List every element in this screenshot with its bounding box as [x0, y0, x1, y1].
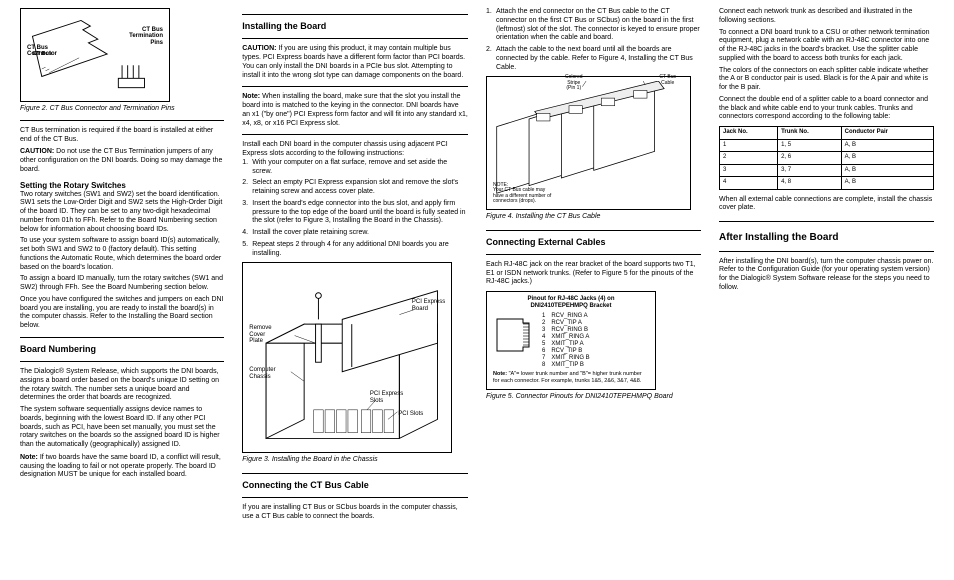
termination-note-text: CT Bus termination is required if the bo… [20, 127, 224, 145]
install-note: Note: When installing the board, make su… [242, 93, 468, 128]
pinout-table: 1RCV_RING A 2RCV_TIP A 3RCV_RING B 4XMIT… [539, 313, 593, 368]
figure-2: CT Bus CT BusConnector CT BusTermination… [20, 8, 170, 102]
column-2: Installing the Board CAUTION: If you are… [242, 8, 468, 522]
board-numbering-heading: Board Numbering [20, 344, 224, 355]
table-row: 44, 8A, B [720, 177, 934, 190]
ctbus-intro: If you are installing CT Bus or SCbus bo… [242, 504, 468, 522]
column-3: 1.Attach the end connector on the CT Bus… [486, 8, 701, 522]
fig4-note-text: NOTE:Your CT Bus cable mayhave a differe… [493, 183, 551, 205]
table-row: 22, 6A, B [720, 152, 934, 165]
install-intro: Install each DNI board in the computer c… [242, 141, 468, 159]
fig3-label-pci: PCI Slots [398, 411, 423, 417]
install-caution: CAUTION: If you are using this product, … [242, 45, 468, 80]
figure-4: ColoredStripe(Pin 1) CT BusCable NOTE:Yo… [486, 76, 691, 210]
after-installing-heading: After Installing the Board [719, 232, 934, 245]
table-row: 11, 5A, B [720, 139, 934, 152]
column-4: Connect each network trunk as described … [719, 8, 934, 522]
installing-board-heading: Installing the Board [242, 21, 468, 32]
fig3-label-pciex: PCI ExpressSlots [370, 391, 403, 404]
table-row: 33, 7A, B [720, 164, 934, 177]
external-cables-intro: Each RJ-48C jack on the rear bracket of … [486, 261, 701, 287]
figure-3-caption: Figure 3. Installing the Board in the Ch… [242, 456, 468, 465]
board-numbering-note: Note: If two boards have the same board … [20, 454, 224, 480]
fig3-label-remove: RemoveCoverPlate [249, 325, 271, 344]
figure-5-caption: Figure 5. Connector Pinouts for DNI2410T… [486, 393, 701, 402]
termination-caution: CAUTION: Do not use the CT Bus Terminati… [20, 148, 224, 174]
ctbus-heading: Connecting the CT Bus Cable [242, 480, 468, 491]
install-steps: 1.With your computer on a flat surface, … [242, 159, 468, 259]
fig2-label-pins: CT BusTerminationPins [129, 27, 163, 46]
fig2-label-connector: CT BusConnector [27, 45, 57, 58]
ctbus-steps: 1.Attach the end connector on the CT Bus… [486, 8, 701, 72]
external-cables-heading: Connecting External Cables [486, 237, 701, 248]
fig3-label-chassis: ComputerChassis [249, 367, 275, 380]
after-installing-body: After installing the DNI board(s), turn … [719, 258, 934, 293]
fig4-label-cable: CT BusCable [659, 75, 676, 86]
caution-label: CAUTION: [20, 148, 54, 155]
rj48c-icon [493, 313, 533, 357]
jack-trunk-table: Jack No. Trunk No. Conductor Pair 11, 5A… [719, 126, 934, 190]
fig3-label-board: PCI ExpressBoard [412, 299, 445, 312]
board-numbering-body: The Dialogic® System Release, which supp… [20, 368, 224, 450]
rotary-body: Two rotary switches (SW1 and SW2) set th… [20, 191, 224, 331]
figure-3: RemoveCoverPlate ComputerChassis PCI Exp… [242, 262, 452, 453]
fig4-label-stripe: ColoredStripe(Pin 1) [565, 75, 583, 91]
figure-2-caption: Figure 2. CT Bus Connector and Terminati… [20, 105, 224, 114]
column-1: CT Bus CT BusConnector CT BusTermination… [20, 8, 224, 522]
figure-4-caption: Figure 4. Installing the CT Bus Cable [486, 213, 701, 222]
rotary-heading: Setting the Rotary Switches [20, 181, 224, 191]
figure-5-pinout-box: Pinout for RJ-48C Jacks (4) on DNI2410TE… [486, 291, 656, 390]
